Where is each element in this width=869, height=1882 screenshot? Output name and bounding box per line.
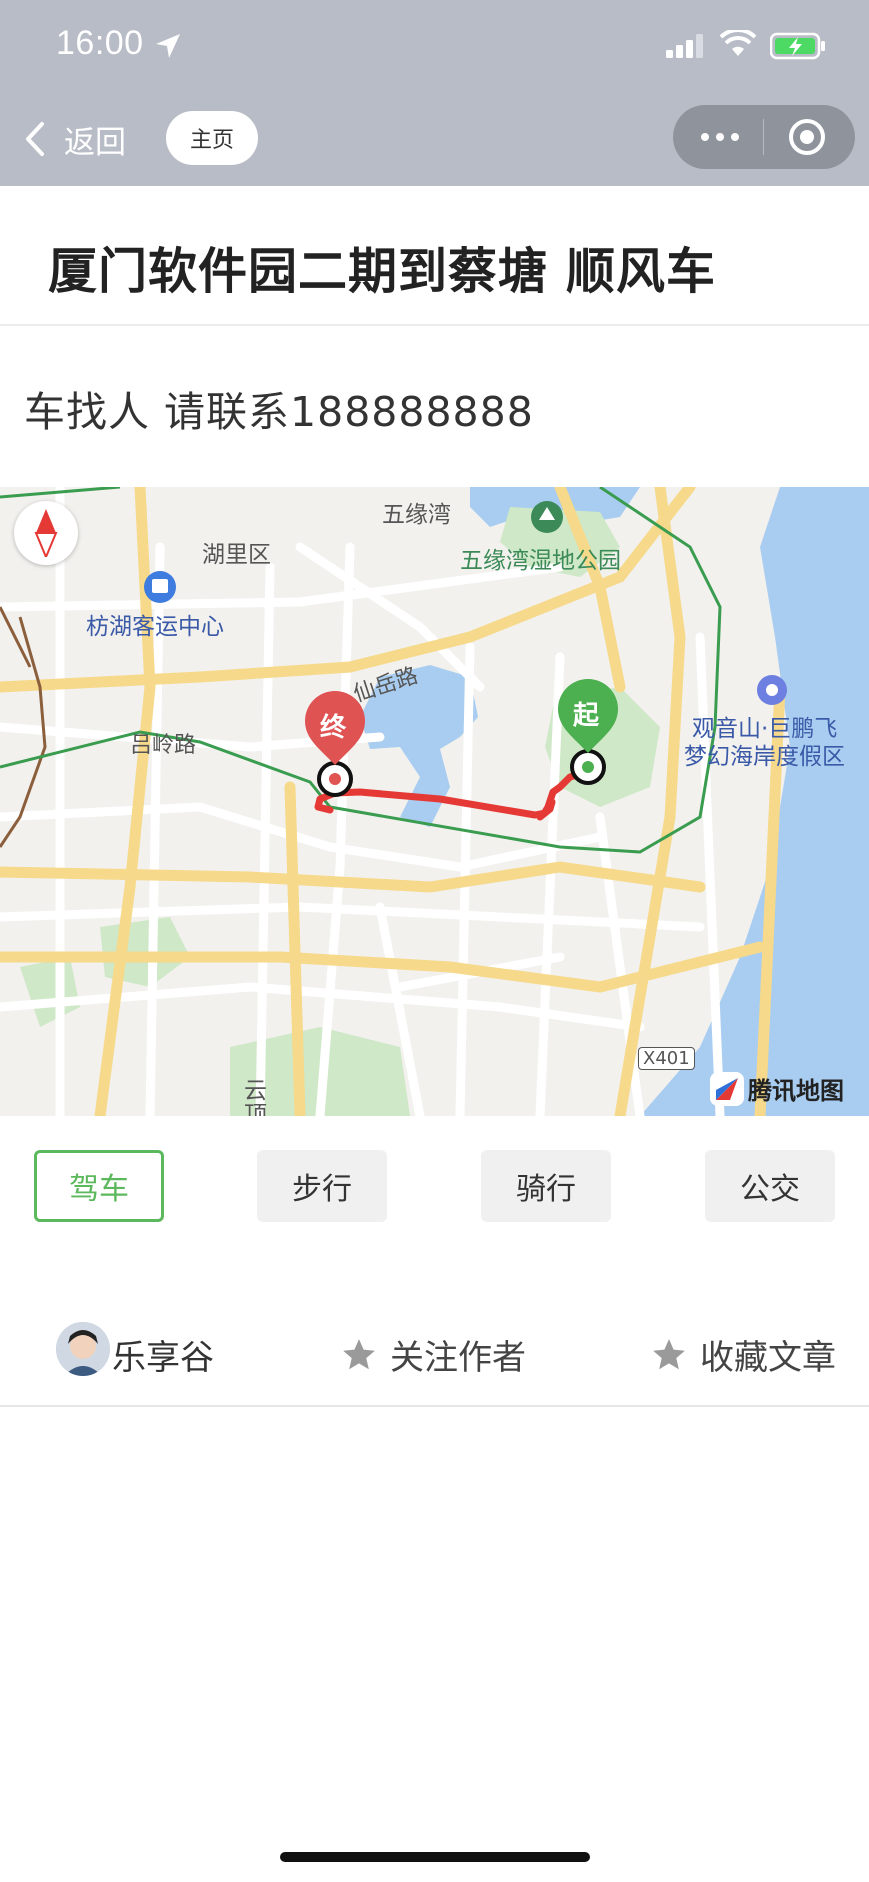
tencent-map-logo-icon [710, 1071, 744, 1106]
chevron-left-icon [26, 122, 44, 156]
close-miniprogram-icon[interactable] [787, 117, 827, 157]
map-label-huli-district: 湖里区 [202, 542, 271, 568]
mode-walk-button[interactable]: 步行 [257, 1150, 387, 1222]
map-label-resort-line2: 梦幻海岸度假区 [684, 744, 845, 770]
map-label-end-marker: 终 [320, 713, 347, 743]
more-icon[interactable] [695, 123, 745, 151]
status-bar: 16:00 [0, 0, 869, 92]
capsule-divider [763, 119, 764, 155]
map-brand-text: 腾讯地图 [748, 1077, 844, 1105]
battery-charging-icon [770, 32, 825, 60]
map-label-start-marker: 起 [573, 701, 600, 731]
author-bar: 乐享谷 关注作者 收藏文章 [0, 1320, 869, 1384]
home-button[interactable]: 主页 [166, 111, 258, 165]
nav-bar: 返回 主页 [0, 92, 869, 186]
divider [0, 1405, 869, 1407]
mode-transit-button[interactable]: 公交 [705, 1150, 835, 1222]
map-label-wuyuanwan: 五缘湾 [382, 502, 451, 528]
map-label-x401: X401 [638, 1047, 695, 1070]
mode-bike-button[interactable]: 骑行 [481, 1150, 611, 1222]
map-label-lvling-road: 吕岭路 [130, 733, 197, 758]
map-label-ding: 顶 [244, 1102, 267, 1116]
star-icon [343, 1338, 375, 1369]
travel-mode-bar: 驾车 步行 骑行 公交 [0, 1150, 869, 1226]
contact-text: 车找人 请联系188888888 [24, 388, 534, 436]
collect-article-button[interactable]: 收藏文章 [650, 1330, 836, 1379]
map-brand: 腾讯地图 [710, 1071, 844, 1106]
back-button[interactable]: 返回 [24, 114, 126, 164]
follow-author-label: 关注作者 [390, 1338, 526, 1378]
map-label-wetland-park: 五缘湾湿地公园 [460, 548, 621, 574]
collect-article-label: 收藏文章 [700, 1338, 836, 1378]
miniprogram-capsule [673, 105, 855, 169]
map-base [0, 487, 869, 1116]
route-map[interactable]: 终 起 五缘湾 五缘湾湿地公园 湖里区 枋湖客运中心 仙岳路 吕岭路 观音山·巨… [0, 487, 869, 1116]
page-title: 厦门软件园二期到蔡塘 顺风车 [48, 243, 717, 300]
avatar[interactable] [56, 1322, 110, 1376]
star-icon [653, 1338, 685, 1369]
location-arrow-icon [156, 34, 180, 58]
signal-icon [666, 34, 703, 58]
back-label: 返回 [64, 124, 126, 161]
mode-drive-button[interactable]: 驾车 [34, 1150, 164, 1222]
map-label-bus-center: 枋湖客运中心 [86, 614, 224, 640]
home-indicator[interactable] [280, 1852, 590, 1862]
wifi-icon [720, 30, 756, 56]
follow-author-button[interactable]: 关注作者 [340, 1330, 526, 1379]
divider [0, 324, 869, 326]
author-name[interactable]: 乐享谷 [112, 1330, 214, 1379]
compass-icon[interactable] [14, 501, 78, 565]
status-time: 16:00 [56, 24, 144, 62]
